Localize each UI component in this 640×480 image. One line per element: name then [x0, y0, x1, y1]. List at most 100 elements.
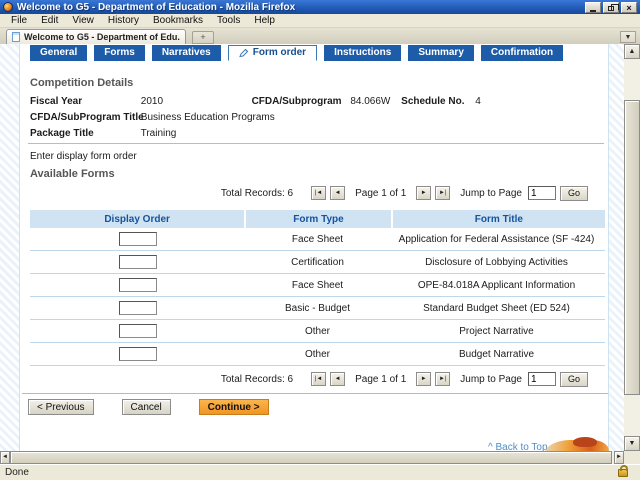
- page-info: Page 1 of 1: [355, 374, 406, 385]
- next-page-button[interactable]: ►: [416, 372, 431, 386]
- display-order-input-3[interactable]: [119, 278, 157, 292]
- form-type-cell: Certification: [245, 257, 390, 268]
- list-tabs-button[interactable]: ▼: [620, 31, 636, 43]
- page-favicon: [12, 32, 20, 42]
- form-title-cell: Budget Narrative: [390, 349, 603, 360]
- section-divider: [28, 143, 604, 144]
- previous-button[interactable]: < Previous: [28, 399, 94, 415]
- close-button[interactable]: ×: [621, 2, 637, 13]
- pagination-top: Total Records: 6 |◄ ◄ Page 1 of 1 ► ►| J…: [221, 184, 588, 202]
- prev-page-button[interactable]: ◄: [330, 186, 345, 200]
- left-border-pattern: [0, 44, 20, 451]
- form-order-instruction: Enter display form order: [30, 151, 137, 162]
- scroll-up-arrow[interactable]: ▲: [624, 44, 640, 59]
- browser-tab[interactable]: Welcome to G5 - Department of Edu...: [6, 29, 186, 44]
- vertical-scrollbar-thumb[interactable]: [624, 100, 640, 395]
- menu-edit[interactable]: Edit: [34, 14, 65, 27]
- tab-general[interactable]: General: [30, 45, 87, 61]
- back-to-top-link[interactable]: ^ Back to Top: [488, 442, 548, 451]
- cfda-subprogram-label: CFDA/Subprogram: [252, 96, 342, 107]
- total-records: Total Records: 6: [221, 374, 293, 385]
- tab-summary[interactable]: Summary: [408, 45, 474, 61]
- first-page-button[interactable]: |◄: [311, 372, 326, 386]
- footer-divider: [22, 393, 608, 394]
- security-lock-icon[interactable]: [618, 469, 628, 477]
- cfda-title-label: CFDA/SubProgram Title: [30, 112, 138, 123]
- vertical-scrollbar[interactable]: ▲ ▼: [624, 44, 640, 451]
- jump-to-page-label: Jump to Page: [460, 188, 522, 199]
- cancel-button[interactable]: Cancel: [122, 399, 171, 415]
- browser-tab-strip: Welcome to G5 - Department of Edu... + ▼: [0, 28, 640, 44]
- table-row: Basic - Budget Standard Budget Sheet (ED…: [30, 297, 605, 320]
- form-type-cell: Basic - Budget: [245, 303, 390, 314]
- display-order-input-4[interactable]: [119, 301, 157, 315]
- menu-help[interactable]: Help: [247, 14, 282, 27]
- table-row: Face Sheet OPE-84.018A Applicant Informa…: [30, 274, 605, 297]
- scroll-left-arrow[interactable]: ◄: [0, 451, 10, 464]
- scroll-right-arrow[interactable]: ►: [614, 451, 624, 464]
- last-page-button[interactable]: ►|: [435, 186, 450, 200]
- decorative-swoosh-dark: [573, 437, 597, 447]
- table-row: Certification Disclosure of Lobbying Act…: [30, 251, 605, 274]
- menu-bar: File Edit View History Bookmarks Tools H…: [0, 14, 640, 28]
- package-title-label: Package Title: [30, 128, 138, 139]
- pagination-bottom: Total Records: 6 |◄ ◄ Page 1 of 1 ► ►| J…: [221, 370, 588, 388]
- last-page-button[interactable]: ►|: [435, 372, 450, 386]
- window-title: Welcome to G5 - Department of Education …: [17, 2, 585, 13]
- package-title-value: Training: [141, 128, 177, 139]
- firefox-icon: [3, 2, 13, 12]
- display-order-input-5[interactable]: [119, 324, 157, 338]
- schedule-no-label: Schedule No.: [401, 96, 464, 107]
- scroll-down-arrow[interactable]: ▼: [624, 436, 640, 451]
- tab-instructions[interactable]: Instructions: [324, 45, 401, 61]
- scrollbar-corner: [624, 451, 640, 464]
- form-type-cell: Face Sheet: [245, 234, 390, 245]
- display-order-input-2[interactable]: [119, 255, 157, 269]
- display-order-input-6[interactable]: [119, 347, 157, 361]
- page-info: Page 1 of 1: [355, 188, 406, 199]
- menu-view[interactable]: View: [65, 14, 101, 27]
- table-row: Other Budget Narrative: [30, 343, 605, 366]
- jump-to-page-label: Jump to Page: [460, 374, 522, 385]
- form-title-cell: Standard Budget Sheet (ED 524): [390, 303, 603, 314]
- forms-table-header: Display Order Form Type Form Title: [30, 210, 605, 228]
- pencil-icon: [239, 48, 249, 58]
- browser-window: Welcome to G5 - Department of Education …: [0, 0, 640, 480]
- display-order-input-1[interactable]: [119, 232, 157, 246]
- table-row: Face Sheet Application for Federal Assis…: [30, 228, 605, 251]
- total-records: Total Records: 6: [221, 188, 293, 199]
- menu-bookmarks[interactable]: Bookmarks: [146, 14, 210, 27]
- status-bar: Done: [0, 464, 640, 480]
- package-title-row: Package Title Training: [30, 128, 176, 139]
- next-page-button[interactable]: ►: [416, 186, 431, 200]
- continue-button[interactable]: Continue >: [199, 399, 269, 415]
- restore-button[interactable]: [603, 2, 619, 13]
- form-type-cell: Other: [245, 349, 390, 360]
- menu-file[interactable]: File: [4, 14, 34, 27]
- table-row: Other Project Narrative: [30, 320, 605, 343]
- cfda-subprogram-value: 84.066W: [350, 96, 390, 107]
- menu-history[interactable]: History: [101, 14, 146, 27]
- prev-page-button[interactable]: ◄: [330, 372, 345, 386]
- horizontal-scrollbar[interactable]: ◄ ►: [0, 451, 624, 464]
- tab-confirmation[interactable]: Confirmation: [481, 45, 563, 61]
- first-page-button[interactable]: |◄: [311, 186, 326, 200]
- minimize-button[interactable]: [585, 2, 601, 13]
- restore-icon: [608, 6, 614, 11]
- tab-narratives[interactable]: Narratives: [152, 45, 221, 61]
- jump-to-page-input[interactable]: [528, 372, 556, 386]
- form-title-cell: Project Narrative: [390, 326, 603, 337]
- form-type-cell: Other: [245, 326, 390, 337]
- go-button[interactable]: Go: [560, 186, 588, 201]
- status-text: Done: [0, 467, 618, 478]
- horizontal-scrollbar-thumb[interactable]: [10, 451, 612, 464]
- jump-to-page-input[interactable]: [528, 186, 556, 200]
- page-content: General Forms Narratives Form order Inst…: [0, 44, 624, 451]
- new-tab-button[interactable]: +: [192, 31, 214, 44]
- menu-tools[interactable]: Tools: [210, 14, 247, 27]
- tab-form-order[interactable]: Form order: [228, 45, 317, 61]
- tab-forms[interactable]: Forms: [94, 45, 145, 61]
- go-button[interactable]: Go: [560, 372, 588, 387]
- title-bar: Welcome to G5 - Department of Education …: [0, 0, 640, 14]
- available-forms-heading: Available Forms: [30, 168, 115, 180]
